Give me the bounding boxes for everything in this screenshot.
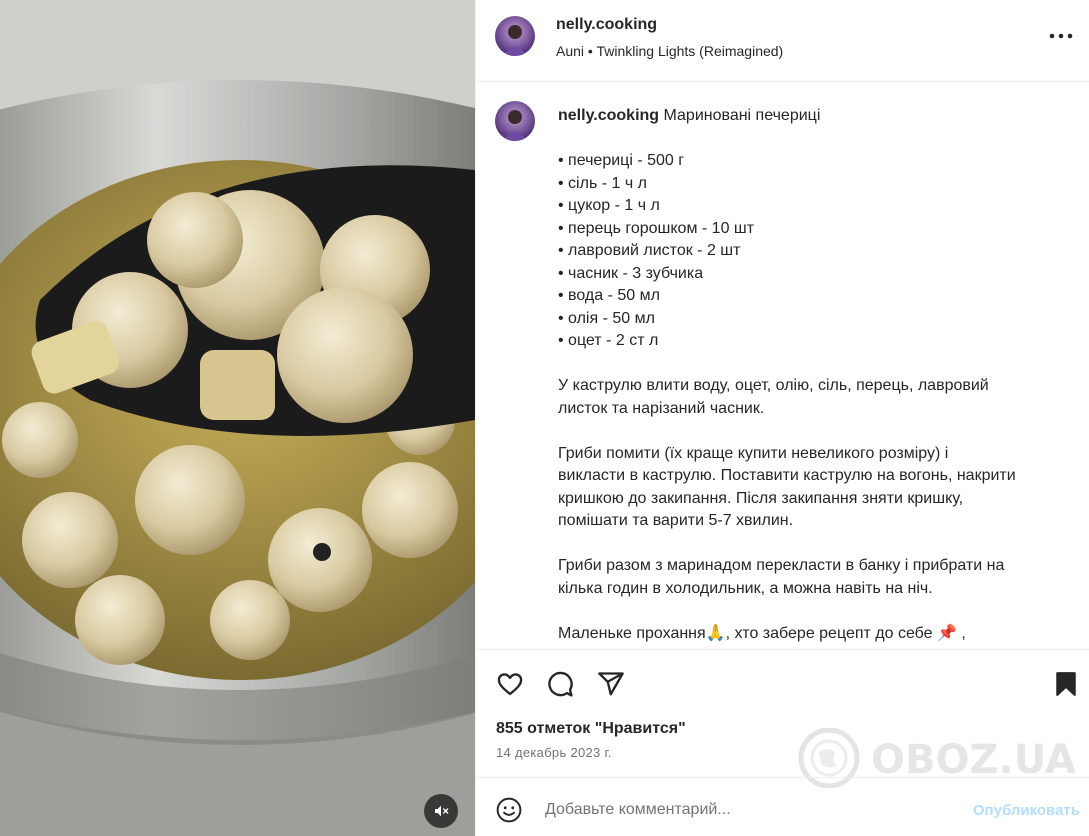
more-horizontal-icon <box>1049 33 1073 39</box>
ingredient-item: • перець горошком - 10 шт <box>558 219 755 237</box>
instruction-line: Гриби помити (їх краще купити невеликого… <box>558 444 949 462</box>
audio-separator: • <box>587 43 593 59</box>
smiley-icon <box>496 797 522 823</box>
instruction-paragraph: У каструлю влити воду, оцет, олію, сіль,… <box>558 375 1058 420</box>
comment-input[interactable] <box>545 798 925 822</box>
post-date: 14 декабрь 2023 г. <box>496 745 612 760</box>
author-avatar[interactable] <box>495 16 535 56</box>
ingredient-item: • сіль - 1 ч л <box>558 174 647 192</box>
audio-title: Twinkling Lights (Reimagined) <box>596 43 784 59</box>
mute-toggle-button[interactable] <box>424 794 458 828</box>
like-button[interactable] <box>494 668 526 700</box>
post-media-video[interactable] <box>0 0 475 836</box>
audio-track-link[interactable]: Auni • Twinkling Lights (Reimagined) <box>556 43 783 59</box>
pray-emoji: 🙏 <box>705 624 726 642</box>
instruction-line: помішати та варити 5-7 хвилин. <box>558 512 794 529</box>
post-side-panel: nelly.cooking Auni • Twinkling Lights (R… <box>475 0 1089 836</box>
more-options-button[interactable] <box>1046 24 1076 48</box>
caption-title: Мариновані печериці <box>663 107 821 124</box>
author-username[interactable]: nelly.cooking <box>556 16 657 34</box>
ingredient-item: • печериці - 500 г <box>558 152 685 169</box>
instruction-line: кришкою до закипання. Після закипання зн… <box>558 489 964 507</box>
share-button[interactable] <box>595 668 627 700</box>
comment-icon <box>548 671 573 697</box>
publish-button[interactable]: Опубликовать <box>973 802 1080 819</box>
pin-emoji: 📌 <box>937 624 957 642</box>
comment-button[interactable] <box>544 668 576 700</box>
closing-text: , хто забере рецепт до себе <box>725 624 933 642</box>
instruction-line: У каструлю влити воду, оцет, олію, сіль,… <box>558 377 989 394</box>
speaker-muted-icon <box>435 805 449 817</box>
mushroom-pot-image <box>0 0 475 836</box>
caption-text: nelly.cooking Мариновані печериці • пече… <box>558 105 1058 645</box>
audio-artist: Auni <box>556 43 585 59</box>
ingredient-item: • оцет - 2 ст л <box>558 332 659 349</box>
ingredient-item: • олія - 50 мл <box>558 309 655 327</box>
instruction-line: Гриби разом з маринадом перекласти в бан… <box>558 557 1005 574</box>
instruction-line: листок та нарізаний часник. <box>558 399 765 417</box>
caption-section: nelly.cooking Мариновані печериці • пече… <box>476 83 1089 649</box>
likes-count[interactable]: 855 отметок "Нравится" <box>496 720 686 738</box>
closing-text: , <box>956 624 966 642</box>
share-icon <box>598 672 624 696</box>
instruction-line: викласти в каструлю. Поставити каструлю … <box>558 467 1016 484</box>
ingredient-item: • цукор - 1 ч л <box>558 197 660 214</box>
closing-text: Маленьке прохання <box>558 624 706 642</box>
ingredient-item: • вода - 50 мл <box>558 287 660 304</box>
post-actions: 855 отметок "Нравится" 14 декабрь 2023 г… <box>476 649 1089 789</box>
post-header: nelly.cooking Auni • Twinkling Lights (R… <box>476 0 1089 82</box>
instruction-paragraph: Гриби разом з маринадом перекласти в бан… <box>558 555 1058 600</box>
save-button[interactable] <box>1050 668 1082 700</box>
caption-avatar[interactable] <box>495 101 535 141</box>
emoji-button[interactable] <box>495 796 523 824</box>
heart-icon <box>497 673 523 696</box>
instruction-line: кілька годин в холодильник, а можна наві… <box>558 579 933 597</box>
instruction-paragraph: Гриби помити (їх краще купити невеликого… <box>558 443 1058 533</box>
caption-title-line: nelly.cooking Мариновані печериці <box>558 105 1058 128</box>
ingredients-list: • печериці - 500 г • сіль - 1 ч л • цуко… <box>558 150 1058 353</box>
ingredient-item: • часник - 3 зубчика <box>558 264 704 282</box>
ingredient-item: • лавровий листок - 2 шт <box>558 242 741 259</box>
comment-bar: Опубликовать <box>476 777 1089 836</box>
caption-username[interactable]: nelly.cooking <box>558 107 659 124</box>
closing-request: Маленьке прохання🙏, хто забере рецепт до… <box>558 623 1058 646</box>
bookmark-icon <box>1056 672 1076 696</box>
